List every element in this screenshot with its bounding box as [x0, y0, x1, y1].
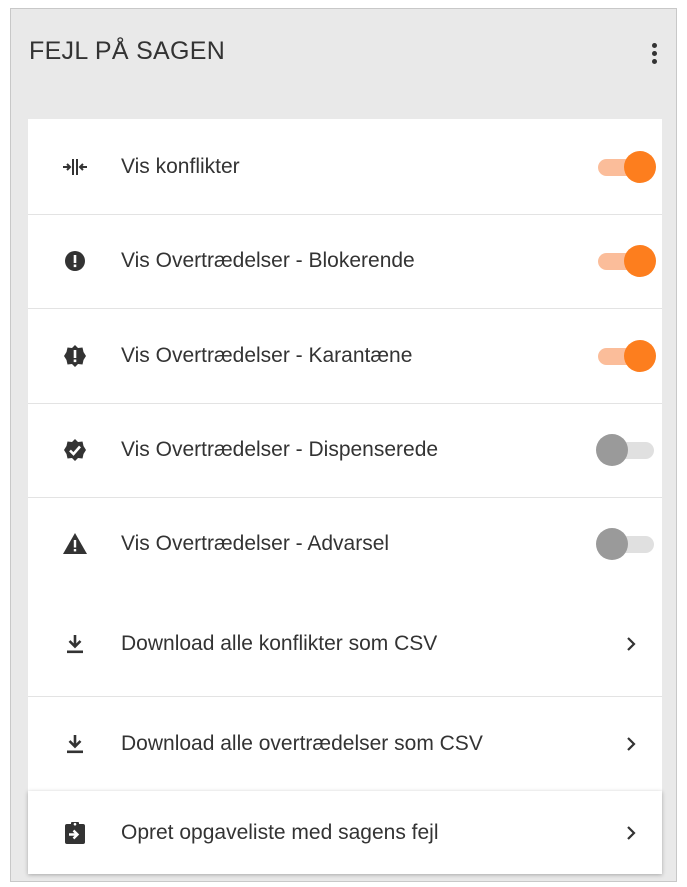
error-circle-icon	[62, 248, 88, 274]
download-icon	[62, 631, 88, 657]
toggle-switch-conflicts[interactable]	[596, 150, 658, 184]
download-icon	[62, 731, 88, 757]
toggle-row-dispensed[interactable]: Vis Overtrædelser - Dispenserede	[28, 403, 662, 498]
warning-triangle-icon	[62, 531, 88, 557]
errors-panel: FEJL PÅ SAGEN Vis konflikter Vis Overtræ…	[10, 8, 677, 882]
chevron-right-icon	[624, 823, 638, 843]
toggle-label: Vis Overtrædelser - Advarsel	[121, 532, 390, 555]
toggle-switch-quarantine[interactable]	[596, 339, 658, 373]
toggle-switch-dispensed[interactable]	[596, 433, 658, 467]
toggle-label: Vis Overtrædelser - Blokerende	[121, 249, 415, 272]
toggle-row-warning[interactable]: Vis Overtrædelser - Advarsel	[28, 497, 662, 591]
toggle-switch-warning[interactable]	[596, 527, 658, 561]
options-card: Vis konflikter Vis Overtrædelser - Bloke…	[28, 119, 662, 874]
toggle-label: Vis Overtrædelser - Dispenserede	[121, 438, 439, 461]
action-label: Download alle overtrædelser som CSV	[121, 731, 483, 755]
toggle-row-conflicts[interactable]: Vis konflikter	[28, 119, 662, 215]
chevron-right-icon	[624, 634, 638, 654]
toggle-label: Vis Overtrædelser - Karantæne	[121, 343, 413, 367]
panel-header: FEJL PÅ SAGEN	[11, 9, 676, 101]
toggle-switch-blocking[interactable]	[596, 244, 658, 278]
error-badge-icon	[62, 343, 88, 369]
conflict-split-icon	[62, 154, 88, 180]
action-row-download-conflicts[interactable]: Download alle konflikter som CSV	[28, 591, 662, 697]
panel-title: FEJL PÅ SAGEN	[29, 37, 226, 65]
chevron-right-icon	[624, 734, 638, 754]
toggle-row-blocking[interactable]: Vis Overtrædelser - Blokerende	[28, 214, 662, 309]
action-label: Opret opgaveliste med sagens fejl	[121, 820, 439, 844]
toggle-row-quarantine[interactable]: Vis Overtrædelser - Karantæne	[28, 308, 662, 404]
action-row-download-violations[interactable]: Download alle overtrædelser som CSV	[28, 696, 662, 791]
more-vert-icon[interactable]	[648, 43, 660, 71]
action-row-create-tasklist[interactable]: Opret opgaveliste med sagens fejl	[28, 791, 662, 874]
verified-badge-icon	[62, 437, 88, 463]
action-label: Download alle konflikter som CSV	[121, 631, 438, 655]
clipboard-arrow-icon	[62, 820, 88, 846]
toggle-label: Vis konflikter	[121, 154, 240, 178]
options-list: Vis konflikter Vis Overtrædelser - Bloke…	[28, 119, 662, 791]
